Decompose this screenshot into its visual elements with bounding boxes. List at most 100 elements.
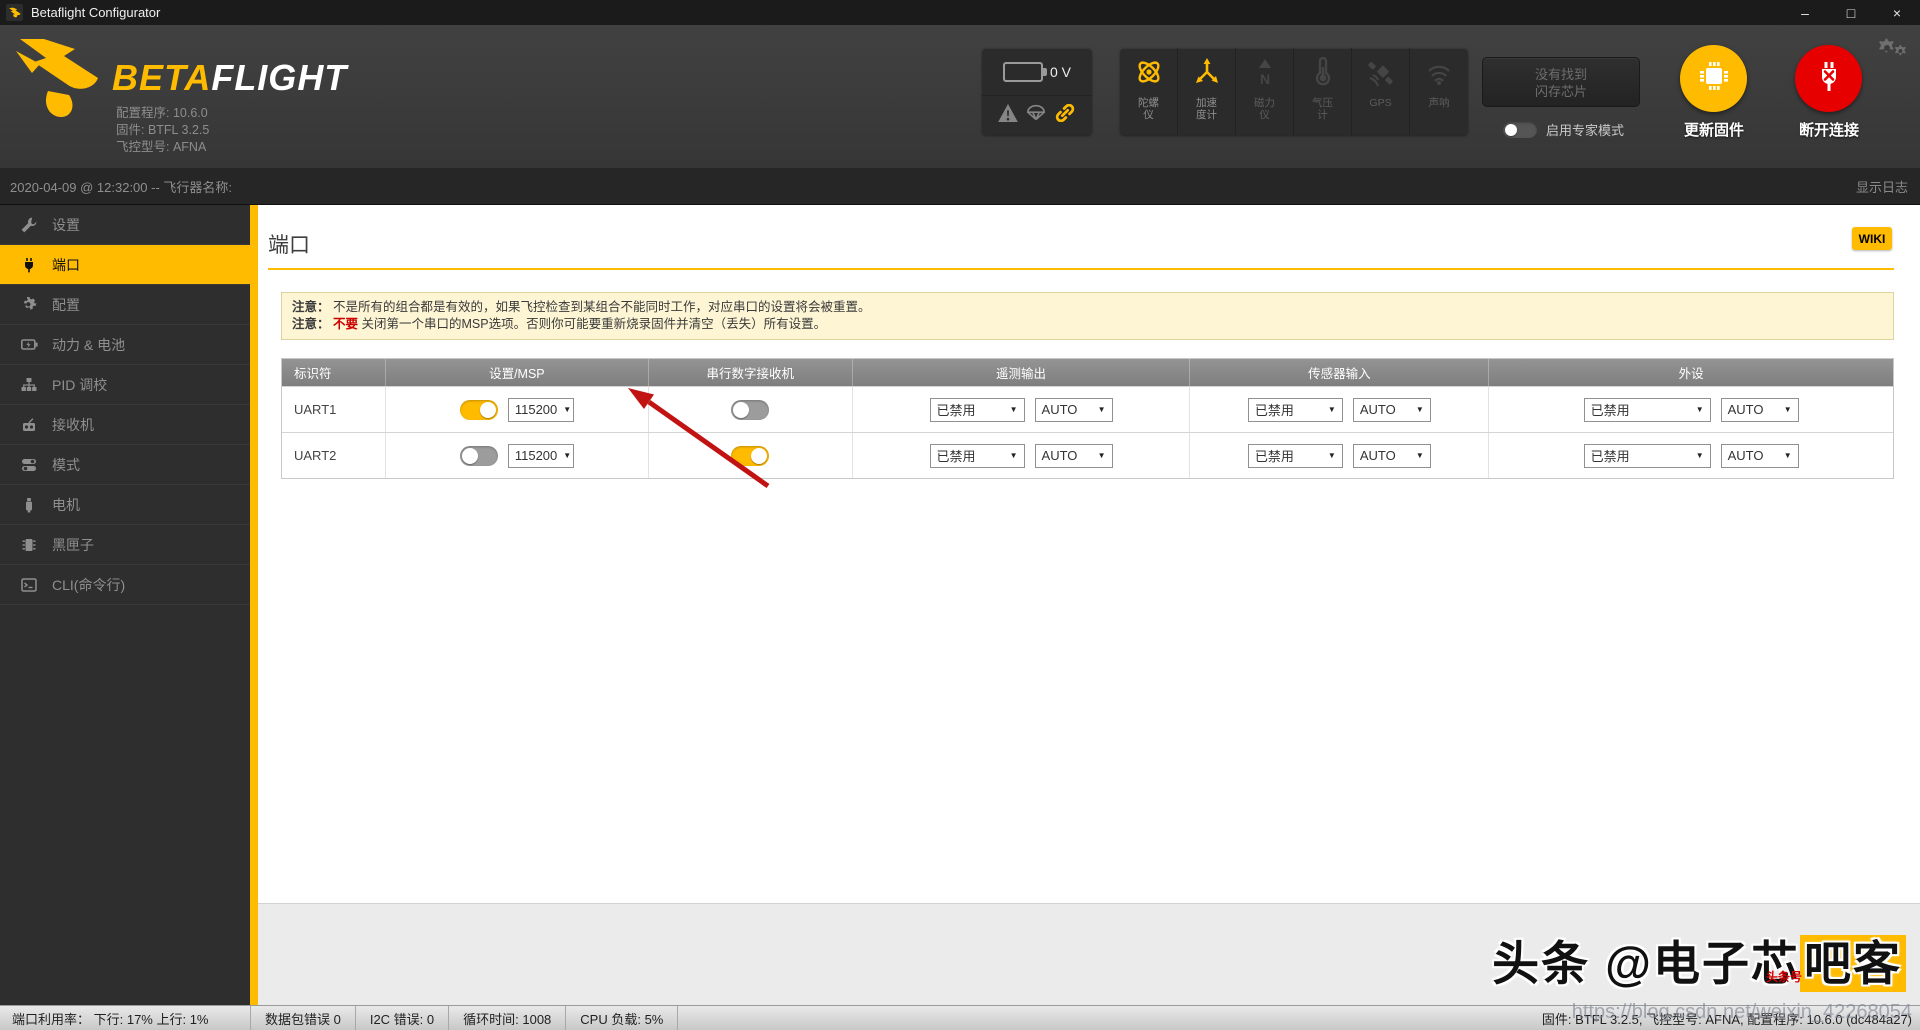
gyro-icon [1134,57,1164,92]
sensor-status-panel: 陀螺仪 加速 度计 N 磁力仪 气压计 GPS 声呐 [1120,48,1468,135]
betaflight-wordmark: BETAFLIGHT [112,57,348,98]
terminal-icon [20,577,38,593]
sidebar-item-label: 端口 [52,256,80,273]
sidebar-item-ports[interactable]: 端口 [0,245,250,285]
svg-text:N: N [1259,71,1269,87]
uart1-serial-rx-toggle[interactable] [731,399,770,420]
accelerometer-icon [1192,57,1222,92]
close-button[interactable]: × [1874,0,1920,25]
sidebar-item-power-battery[interactable]: 动力 & 电池 [0,325,250,365]
log-message: 2020-04-09 @ 12:32:00 -- 飞行器名称: [10,179,233,195]
disconnect-label: 断开连接 [1798,122,1859,139]
uart2-telemetry-select[interactable]: 已禁用 ▼ [929,443,1025,468]
magnetometer-icon: N [1250,57,1280,92]
sensor-sonar: 声呐 [1410,48,1468,135]
uart2-msp-baud-select[interactable]: 115200 ▼ [507,443,574,468]
sidebar-item-cli[interactable]: CLI(命令行) [0,565,250,605]
uart2-peripheral-baud-select[interactable]: AUTO ▼ [1720,443,1799,468]
title-divider [268,268,1894,270]
table-header-row: 标识符 设置/MSP 串行数字接收机 遥测输出 传感器输入 外设 [282,359,1893,386]
sidebar-item-receiver[interactable]: 接收机 [0,405,250,445]
uart2-peripheral-select[interactable]: 已禁用 ▼ [1583,443,1711,468]
disconnect-button[interactable] [1795,45,1862,112]
betaflight-bee-logo-icon [14,37,106,138]
uart1-sensor-baud-select[interactable]: AUTO ▼ [1352,397,1431,422]
app-header: BETAFLIGHT 配置程序: 10.6.0 固件: BTFL 3.2.5 飞… [0,25,1920,168]
col-header-msp: 设置/MSP [386,359,649,386]
log-bar: 2020-04-09 @ 12:32:00 -- 飞行器名称: 显示日志 [0,168,1920,205]
uart2-msp-toggle[interactable] [459,445,498,466]
minimize-button[interactable]: – [1782,0,1828,25]
version-line: 固件: BTFL 3.2.5 [116,123,210,137]
maximize-button[interactable]: □ [1828,0,1874,25]
window-title: Betaflight Configurator [31,5,161,20]
uart2-telemetry-baud-select[interactable]: AUTO ▼ [1034,443,1113,468]
link-connected-icon [1054,103,1076,127]
barometer-icon [1308,56,1338,92]
sidebar-item-pid-tuning[interactable]: PID 调校 [0,365,250,405]
chevron-down-icon: ▼ [1327,451,1336,460]
motor-icon [20,497,38,513]
update-firmware-button[interactable] [1680,45,1747,112]
col-header-identifier: 标识符 [282,359,386,386]
gps-icon [1366,57,1396,92]
chevron-down-icon: ▼ [1695,451,1704,460]
plug-icon [20,257,38,273]
expert-mode-toggle[interactable] [1503,121,1537,138]
uart1-peripheral-select[interactable]: 已禁用 ▼ [1583,397,1711,422]
chevron-down-icon: ▼ [1009,405,1018,414]
sidebar-item-label: 设置 [52,216,80,233]
sensor-gps: GPS [1352,48,1410,135]
sidebar: 设置 端口 配置 动力 & 电池 PID 调校 接收机 模式 电机 黑匣子 CL… [0,205,250,1005]
uart2-sensor-select[interactable]: 已禁用 ▼ [1247,443,1343,468]
version-line: 飞控型号: AFNA [116,140,207,154]
accent-strip [250,205,258,1005]
failsafe-parachute-icon [1026,104,1046,127]
show-log-link[interactable]: 显示日志 [1856,177,1908,196]
sidebar-item-modes[interactable]: 模式 [0,445,250,485]
app-bee-icon [6,4,23,21]
chevron-down-icon: ▼ [1783,451,1792,460]
chevron-down-icon: ▼ [1415,451,1424,460]
uart2-serial-rx-toggle[interactable] [731,445,770,466]
content-footer-band [258,903,1920,1005]
sidebar-item-label: 模式 [52,456,80,473]
sidebar-item-setup[interactable]: 设置 [0,205,250,245]
sidebar-item-label: 动力 & 电池 [52,336,126,353]
col-header-telemetry: 遥测输出 [853,359,1191,386]
uart1-telemetry-baud-select[interactable]: AUTO ▼ [1034,397,1113,422]
settings-gears-icon[interactable] [1876,37,1908,66]
status-firmware-info: 固件: BTFL 3.2.5, 飞控型号: AFNA, 配置程序: 10.6.0… [1541,1011,1912,1027]
battery-voltage: 0 V [1049,63,1071,80]
blackbox-chip-icon [20,537,38,553]
version-line: 配置程序: 10.6.0 [116,106,208,120]
cpu-chip-icon [1697,59,1731,98]
uart1-peripheral-baud-select[interactable]: AUTO ▼ [1720,397,1799,422]
sidebar-item-configuration[interactable]: 配置 [0,285,250,325]
chevron-down-icon: ▼ [1695,405,1704,414]
sidebar-item-blackbox[interactable]: 黑匣子 [0,525,250,565]
uart1-telemetry-select[interactable]: 已禁用 ▼ [929,397,1025,422]
sitemap-icon [20,377,38,393]
chevron-down-icon: ▼ [1415,405,1424,414]
sidebar-item-motors[interactable]: 电机 [0,485,250,525]
ports-tab-content: 端口 WIKI 注意： 不是所有的组合都是有效的，如果飞控检查到某组合不能同时工… [258,205,1920,1005]
uart2-sensor-baud-select[interactable]: AUTO ▼ [1352,443,1431,468]
sidebar-item-label: 电机 [52,496,80,513]
uart1-msp-baud-select[interactable]: 115200 ▼ [507,397,574,422]
flash-chip-not-found-button[interactable]: 没有找到 闪存芯片 [1482,57,1640,107]
status-packet-errors: 数据包错误 0 [251,1006,356,1030]
receiver-icon [20,417,38,433]
uart1-msp-toggle[interactable] [459,399,498,420]
update-firmware-label: 更新固件 [1683,122,1744,139]
chevron-down-icon: ▼ [563,405,572,414]
chevron-down-icon: ▼ [1009,451,1018,460]
chevron-down-icon: ▼ [563,451,572,460]
uart1-sensor-select[interactable]: 已禁用 ▼ [1247,397,1343,422]
col-header-peripherals: 外设 [1678,367,1704,381]
battery-panel: 0 V [982,48,1092,135]
chevron-down-icon: ▼ [1097,405,1106,414]
expert-mode-label: 启用专家模式 [1546,123,1625,138]
wiki-button[interactable]: WIKI [1852,227,1892,250]
status-port-utilization: 端口利用率： 下行: 17% 上行: 1% [0,1006,251,1030]
